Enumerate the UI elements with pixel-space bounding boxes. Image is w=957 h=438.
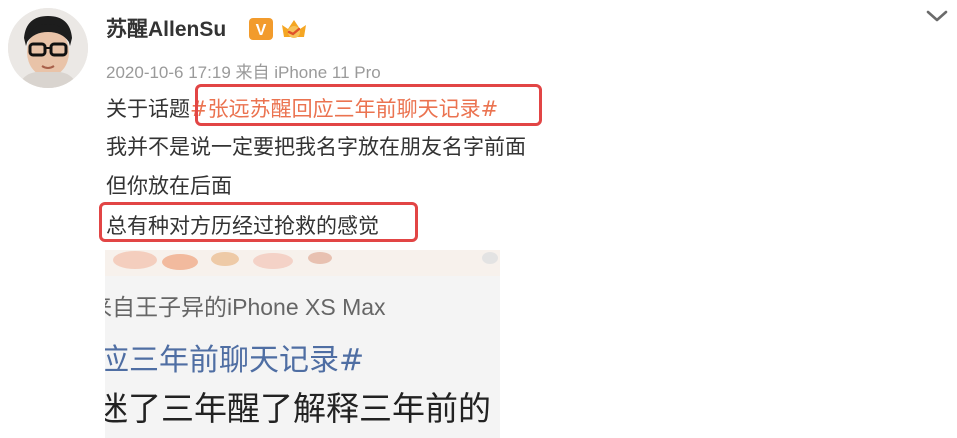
- image-caption-topic: 应三年前聊天记录#: [105, 343, 365, 378]
- username[interactable]: 苏醒AllenSu: [106, 13, 226, 43]
- highlight-box-topic: [195, 84, 542, 126]
- highlight-box-line: [99, 202, 418, 242]
- image-caption-text: 迷了三年醒了解释三年前的: [105, 389, 491, 428]
- topic-prefix: 关于话题: [106, 97, 190, 121]
- post-meta: 2020-10-6 17:19 来自 iPhone 11 Pro: [106, 63, 381, 82]
- avatar-portrait: [8, 8, 88, 88]
- post-line-2: 我并不是说一定要把我名字放在朋友名字前面: [106, 135, 526, 159]
- image-caption-source: 来自王子异的iPhone XS Max: [105, 294, 386, 320]
- blurred-header-decoration: [105, 250, 500, 276]
- post-line-3: 但你放在后面: [106, 174, 232, 198]
- chevron-down-icon[interactable]: [924, 6, 950, 26]
- avatar[interactable]: [8, 8, 88, 88]
- svg-text:V: V: [256, 22, 267, 39]
- post-image[interactable]: 来自王子异的iPhone XS Max 应三年前聊天记录# 迷了三年醒了解释三年…: [105, 250, 500, 438]
- fan-level-badge-icon: [282, 20, 306, 38]
- verified-v-icon: V: [249, 18, 273, 40]
